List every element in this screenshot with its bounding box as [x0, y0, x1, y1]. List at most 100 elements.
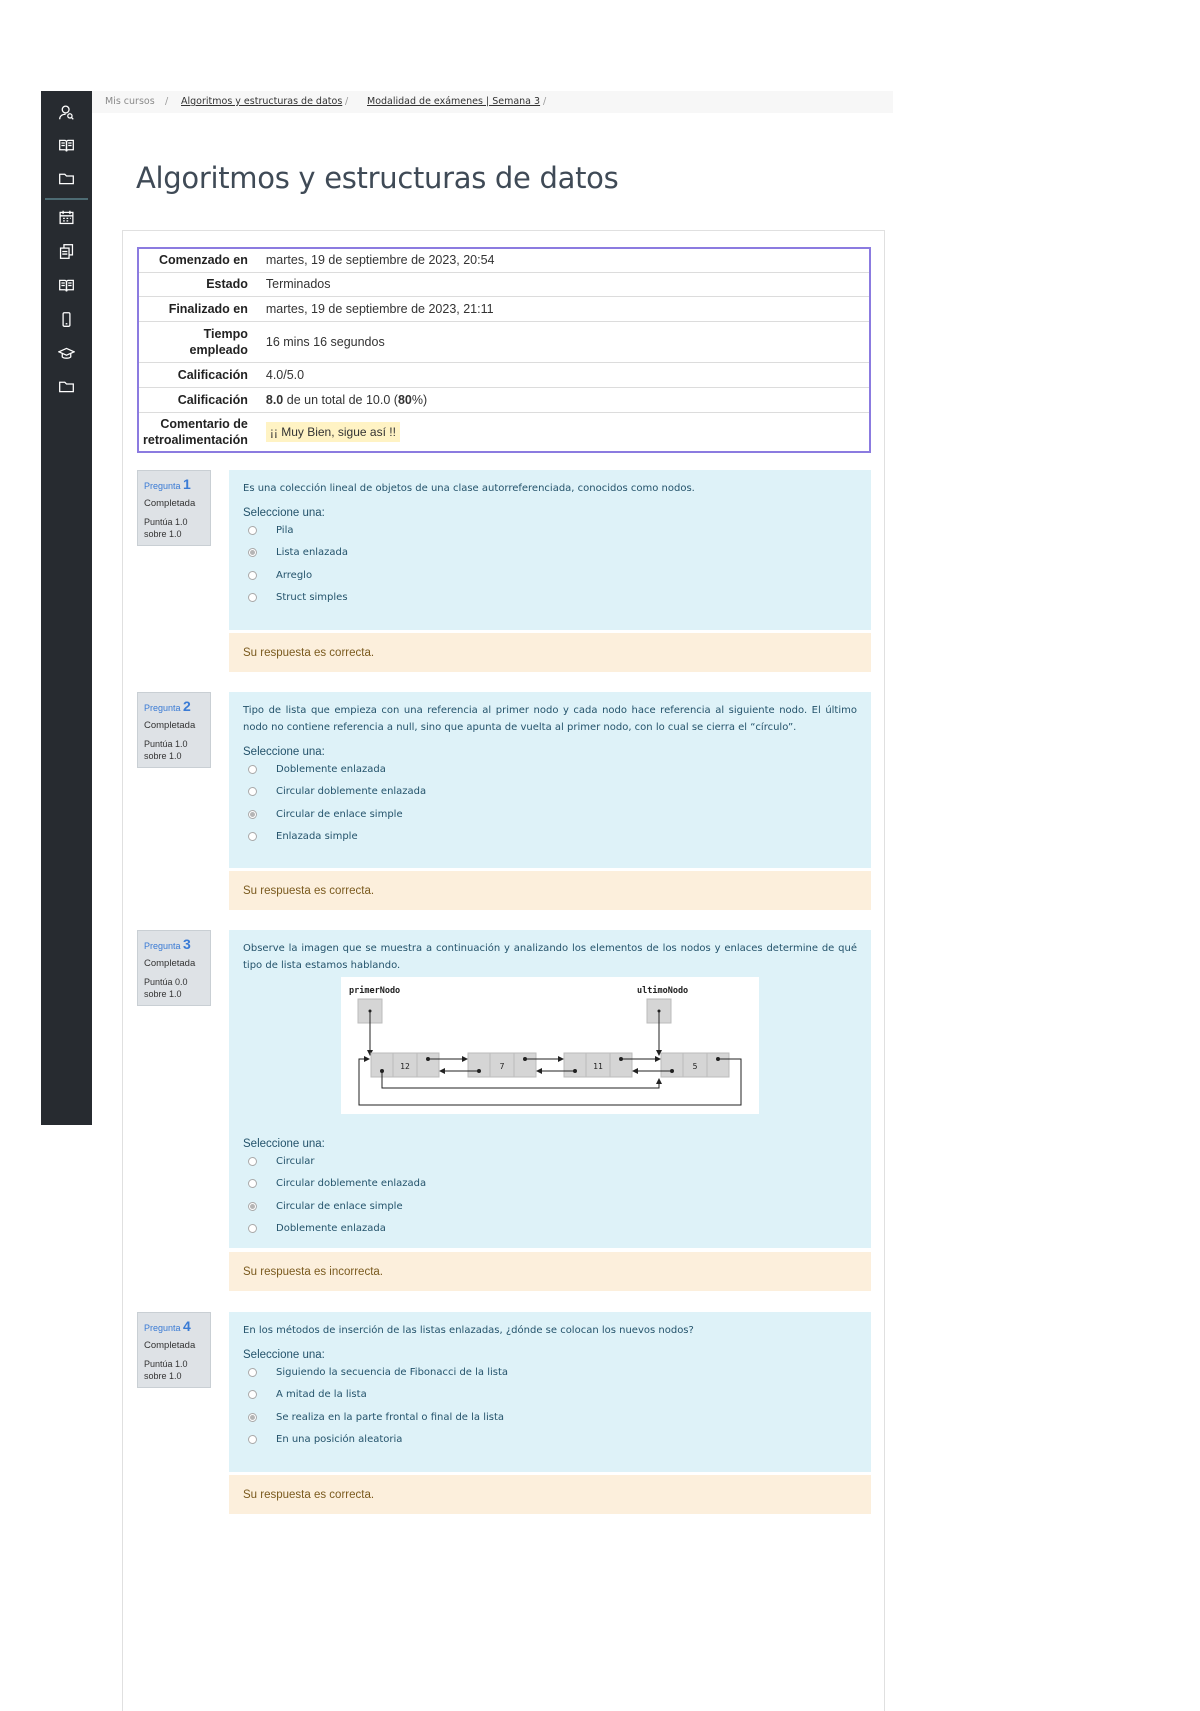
- option-label: Siguiendo la secuencia de Fibonacci de l…: [276, 1366, 509, 1378]
- option-label: Enlazada simple: [276, 831, 358, 843]
- answer-option[interactable]: Struct simples: [243, 587, 857, 610]
- answer-option[interactable]: Circular doblemente enlazada: [243, 1173, 857, 1196]
- breadcrumb-course[interactable]: Algoritmos y estructuras de datos: [181, 96, 342, 107]
- option-label: Doblemente enlazada: [276, 1223, 386, 1235]
- page-title: Algoritmos y estructuras de datos: [136, 161, 619, 195]
- answer-option[interactable]: Circular de enlace simple: [243, 803, 857, 826]
- answer-option[interactable]: Circular: [243, 1150, 857, 1173]
- radio-button[interactable]: [248, 570, 257, 580]
- summary-value: 4.0/5.0: [255, 362, 870, 388]
- sidebar-divider: [45, 198, 88, 200]
- radio-button[interactable]: [248, 832, 257, 842]
- answer-option[interactable]: Pila: [243, 519, 857, 542]
- grade-points: 8.0: [265, 392, 284, 407]
- feedback-chip: ¡¡ Muy Bien, sigue así !!: [265, 421, 400, 442]
- breadcrumb-exam-week[interactable]: Modalidad de exámenes | Semana 3: [367, 96, 540, 107]
- option-label: Circular de enlace simple: [276, 808, 403, 820]
- summary-label: Calificación: [138, 387, 256, 413]
- radio-button[interactable]: [248, 525, 257, 535]
- option-label: Pila: [276, 524, 294, 536]
- question-number: Pregunta 2: [144, 698, 204, 714]
- folder-icon[interactable]: [56, 168, 76, 188]
- calendar-icon[interactable]: [56, 207, 76, 227]
- question-label: Pregunta: [144, 481, 181, 491]
- radio-button[interactable]: [248, 1201, 257, 1211]
- answer-option[interactable]: Enlazada simple: [243, 826, 857, 849]
- answer-option[interactable]: Doblemente enlazada: [243, 1218, 857, 1241]
- user-search-icon[interactable]: [56, 102, 76, 122]
- radio-button[interactable]: [248, 548, 257, 558]
- book-icon[interactable]: [56, 275, 76, 295]
- radio-button[interactable]: [248, 764, 257, 774]
- question-number-value: 4: [183, 1318, 191, 1334]
- summary-value: 16 mins 16 segundos: [255, 321, 870, 363]
- answer-option[interactable]: En una posición aleatoria: [243, 1429, 857, 1452]
- book-icon[interactable]: [56, 135, 76, 155]
- question-content: En los métodos de inserción de las lista…: [229, 1312, 871, 1472]
- summary-feedback-value: ¡¡ Muy Bien, sigue así !!: [255, 412, 870, 453]
- summary-row: Calificación 4.0/5.0: [138, 362, 870, 388]
- answer-option[interactable]: Circular de enlace simple: [243, 1195, 857, 1218]
- answer-option[interactable]: Se realiza en la parte frontal o final d…: [243, 1406, 857, 1429]
- graduation-cap-icon[interactable]: [56, 343, 76, 363]
- question-grade: Puntúa 0.0 sobre 1.0: [144, 977, 188, 999]
- summary-row: Tiempo empleado 16 mins 16 segundos: [138, 321, 870, 363]
- question-number-value: 3: [183, 936, 191, 952]
- answer-prompt: Seleccione una:: [243, 507, 325, 519]
- summary-label: Estado: [138, 272, 256, 297]
- radio-button[interactable]: [248, 1367, 257, 1377]
- grade-total: de un total de 10.0 (: [283, 392, 398, 407]
- documents-icon[interactable]: [56, 241, 76, 261]
- node-value: 12: [400, 1062, 410, 1071]
- question-number: Pregunta 1: [144, 476, 204, 492]
- radio-button[interactable]: [248, 1435, 257, 1445]
- summary-row: Finalizado en martes, 19 de septiembre d…: [138, 296, 870, 322]
- first-node-label: primerNodo: [349, 985, 400, 996]
- option-label: Circular doblemente enlazada: [276, 1178, 427, 1190]
- answer-option[interactable]: Doblemente enlazada: [243, 758, 857, 781]
- answer-option[interactable]: A mitad de la lista: [243, 1384, 857, 1407]
- breadcrumb-separator: /: [543, 96, 547, 107]
- radio-button[interactable]: [248, 593, 257, 603]
- question-label: Pregunta: [144, 703, 181, 713]
- question-state: Completada: [144, 720, 196, 731]
- list-node: 11: [563, 1052, 633, 1078]
- summary-label: Finalizado en: [138, 296, 256, 322]
- node-value: 11: [593, 1062, 603, 1071]
- radio-button[interactable]: [248, 809, 257, 819]
- last-node-label: ultimoNodo: [637, 985, 688, 996]
- summary-row: Calificación 8.0 de un total de 10.0 (80…: [138, 387, 870, 413]
- radio-button[interactable]: [248, 787, 257, 797]
- question-text: En los métodos de inserción de las lista…: [243, 1325, 694, 1336]
- summary-label: Comenzado en: [138, 248, 256, 273]
- answer-option[interactable]: Circular doblemente enlazada: [243, 781, 857, 804]
- question-text: Es una colección lineal de objetos de un…: [243, 483, 695, 494]
- answer-option[interactable]: Lista enlazada: [243, 542, 857, 565]
- summary-value: martes, 19 de septiembre de 2023, 21:11: [255, 296, 870, 322]
- question-content: Es una colección lineal de objetos de un…: [229, 470, 871, 630]
- answer-option[interactable]: Siguiendo la secuencia de Fibonacci de l…: [243, 1361, 857, 1384]
- question-feedback: Su respuesta es correcta.: [229, 1475, 871, 1514]
- radio-button[interactable]: [248, 1179, 257, 1189]
- answer-option[interactable]: Arreglo: [243, 564, 857, 587]
- answer-prompt: Seleccione una:: [243, 1349, 325, 1361]
- option-label: En una posición aleatoria: [276, 1434, 403, 1446]
- question-info: Pregunta 2 Completada Puntúa 1.0 sobre 1…: [137, 692, 211, 768]
- mobile-icon[interactable]: [56, 309, 76, 329]
- list-node: 5: [660, 1052, 730, 1078]
- folder-icon[interactable]: [56, 376, 76, 396]
- question-feedback: Su respuesta es correcta.: [229, 633, 871, 672]
- question-grade: Puntúa 1.0 sobre 1.0: [144, 517, 188, 539]
- breadcrumb-my-courses[interactable]: Mis cursos: [105, 96, 155, 107]
- question-number-value: 2: [183, 698, 191, 714]
- radio-button[interactable]: [248, 1412, 257, 1422]
- radio-button[interactable]: [248, 1390, 257, 1400]
- radio-button[interactable]: [248, 1224, 257, 1234]
- question-state: Completada: [144, 498, 196, 509]
- grade-percent: 80: [397, 392, 412, 407]
- question-label: Pregunta: [144, 1323, 181, 1333]
- summary-row: Comenzado en martes, 19 de septiembre de…: [138, 248, 870, 273]
- list-node: 7: [467, 1052, 537, 1078]
- radio-button[interactable]: [248, 1156, 257, 1166]
- breadcrumb: Mis cursos / Algoritmos y estructuras de…: [92, 91, 893, 113]
